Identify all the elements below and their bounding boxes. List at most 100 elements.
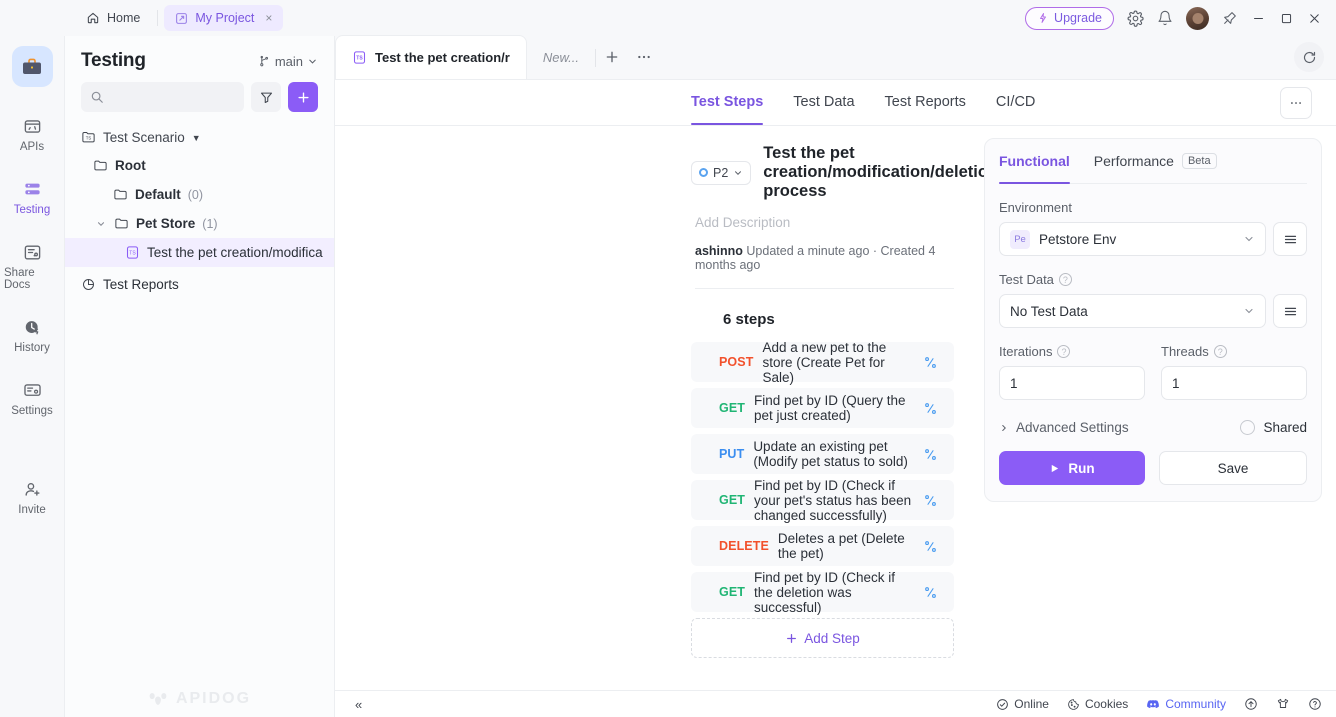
branch-selector[interactable]: main xyxy=(258,54,318,69)
step-flow-icon[interactable] xyxy=(923,493,938,508)
tree-row-pet-store[interactable]: Pet Store (1) xyxy=(65,209,334,238)
environment-select[interactable]: Pe Petstore Env xyxy=(999,222,1266,256)
tree-row-default[interactable]: Default (0) xyxy=(65,180,334,209)
step-flow-icon[interactable] xyxy=(923,539,938,554)
step-flow-icon[interactable] xyxy=(923,585,938,600)
shared-option[interactable]: Shared xyxy=(1240,420,1307,435)
status-community-label: Community xyxy=(1165,697,1226,711)
sub-tab-more-button[interactable] xyxy=(1280,86,1312,119)
tab-test-steps[interactable]: Test Steps xyxy=(691,79,764,125)
project-tab[interactable]: My Project × xyxy=(164,5,284,31)
minimize-button[interactable] xyxy=(1251,11,1266,26)
step-row[interactable]: PUT Update an existing pet (Modify pet s… xyxy=(691,434,954,474)
chevron-down-icon xyxy=(307,56,318,67)
tree-row-label: Root xyxy=(115,158,146,173)
rail-item-history[interactable]: History xyxy=(4,308,60,361)
project-tab-label: My Project xyxy=(195,11,255,25)
maximize-button[interactable] xyxy=(1279,11,1294,26)
step-row[interactable]: GET Find pet by ID (Check if your pet's … xyxy=(691,477,954,523)
run-panel-tabs: Functional Performance Beta xyxy=(999,139,1307,184)
home-icon xyxy=(86,11,100,25)
add-button[interactable] xyxy=(288,82,318,112)
help-icon[interactable]: ? xyxy=(1058,273,1072,286)
rail-item-settings[interactable]: Settings xyxy=(4,371,60,424)
help-circle-icon[interactable] xyxy=(1308,697,1322,711)
threads-label-text: Threads xyxy=(1161,344,1209,359)
step-row[interactable]: GET Find pet by ID (Check if the deletio… xyxy=(691,570,954,615)
svg-text:TS: TS xyxy=(356,55,363,61)
search-box[interactable] xyxy=(81,82,244,112)
run-panel: Functional Performance Beta Environment xyxy=(984,138,1322,502)
run-button[interactable]: Run xyxy=(999,451,1145,485)
step-flow-icon[interactable] xyxy=(923,401,938,416)
step-method: GET xyxy=(719,401,745,415)
help-icon[interactable]: ? xyxy=(1057,345,1071,358)
tree-row-root[interactable]: Root xyxy=(65,151,334,180)
step-row[interactable]: DELETE Deletes a pet (Delete the pet) xyxy=(691,526,954,566)
rail-item-apis[interactable]: APIs xyxy=(4,107,60,160)
gear-icon[interactable] xyxy=(1127,10,1144,27)
step-method: PUT xyxy=(719,447,745,461)
pin-icon[interactable] xyxy=(1222,10,1238,26)
collapse-sidebar-button[interactable]: « xyxy=(335,697,362,712)
tab-cicd[interactable]: CI/CD xyxy=(996,79,1035,125)
step-row[interactable]: POST Add a new pet to the store (Create … xyxy=(691,340,954,385)
rail-item-invite[interactable]: Invite xyxy=(4,470,60,523)
folder-icon xyxy=(113,187,128,202)
refresh-icon[interactable] xyxy=(1294,42,1324,72)
upgrade-button[interactable]: Upgrade xyxy=(1025,6,1114,30)
tab-more-button[interactable] xyxy=(628,35,660,79)
test-data-manage-button[interactable] xyxy=(1273,294,1307,328)
description-input[interactable]: Add Description xyxy=(695,215,954,230)
avatar[interactable] xyxy=(1186,6,1209,30)
step-description: Find pet by ID (Check if your pet's stat… xyxy=(754,477,912,523)
upgrade-label: Upgrade xyxy=(1054,11,1102,25)
tree-row-test-scenario-item[interactable]: TS Test the pet creation/modifica xyxy=(65,238,334,267)
shared-radio[interactable] xyxy=(1240,420,1256,435)
history-icon xyxy=(23,317,42,337)
status-cookies[interactable]: Cookies xyxy=(1067,697,1128,711)
tree-section-test-reports[interactable]: Test Reports xyxy=(65,271,334,298)
rail-item-share-docs[interactable]: Share Docs xyxy=(4,233,60,298)
add-step-button[interactable]: Add Step xyxy=(691,618,954,658)
rail-item-testing[interactable]: Testing xyxy=(4,170,60,223)
help-icon[interactable]: ? xyxy=(1213,345,1227,358)
chevron-down-icon[interactable] xyxy=(95,219,107,229)
bell-icon[interactable] xyxy=(1157,10,1173,26)
status-community[interactable]: Community xyxy=(1146,697,1226,711)
advanced-settings-toggle[interactable]: Advanced Settings xyxy=(999,420,1129,435)
tree-section-label: Test Reports xyxy=(103,277,179,292)
test-data-select[interactable]: No Test Data xyxy=(999,294,1266,328)
share-docs-icon xyxy=(23,242,42,262)
status-online[interactable]: Online xyxy=(996,697,1049,711)
doc-tab-active[interactable]: TS Test the pet creation/r xyxy=(335,35,527,79)
folder-icon xyxy=(93,158,108,173)
environment-manage-button[interactable] xyxy=(1273,222,1307,256)
tab-test-reports[interactable]: Test Reports xyxy=(885,79,966,125)
filter-button[interactable] xyxy=(251,82,281,112)
testing-icon xyxy=(23,179,42,199)
step-row[interactable]: GET Find pet by ID (Query the pet just c… xyxy=(691,388,954,428)
tree-section-test-scenario[interactable]: TS Test Scenario ▼ xyxy=(65,124,334,151)
sparkle-icon xyxy=(1037,12,1049,24)
threads-input[interactable] xyxy=(1161,366,1307,400)
new-tab-button[interactable] xyxy=(596,35,628,79)
tab-performance[interactable]: Performance Beta xyxy=(1094,139,1217,183)
step-flow-icon[interactable] xyxy=(923,447,938,462)
save-button[interactable]: Save xyxy=(1159,451,1307,485)
briefcase-icon[interactable] xyxy=(11,46,53,87)
priority-selector[interactable]: P2 xyxy=(691,160,752,185)
search-input[interactable] xyxy=(111,89,235,105)
shirt-icon[interactable] xyxy=(1276,697,1290,711)
iterations-label-text: Iterations xyxy=(999,344,1053,359)
title-bar-actions: Upgrade xyxy=(1025,6,1328,30)
iterations-input[interactable] xyxy=(999,366,1145,400)
step-flow-icon[interactable] xyxy=(923,355,938,370)
close-window-button[interactable] xyxy=(1307,11,1322,26)
doc-tab-new[interactable]: New... xyxy=(527,35,595,79)
upload-circle-icon[interactable] xyxy=(1244,697,1258,711)
close-icon[interactable]: × xyxy=(265,11,272,25)
tab-functional[interactable]: Functional xyxy=(999,139,1070,184)
tab-test-data[interactable]: Test Data xyxy=(793,79,854,125)
home-tab[interactable]: Home xyxy=(75,5,151,31)
